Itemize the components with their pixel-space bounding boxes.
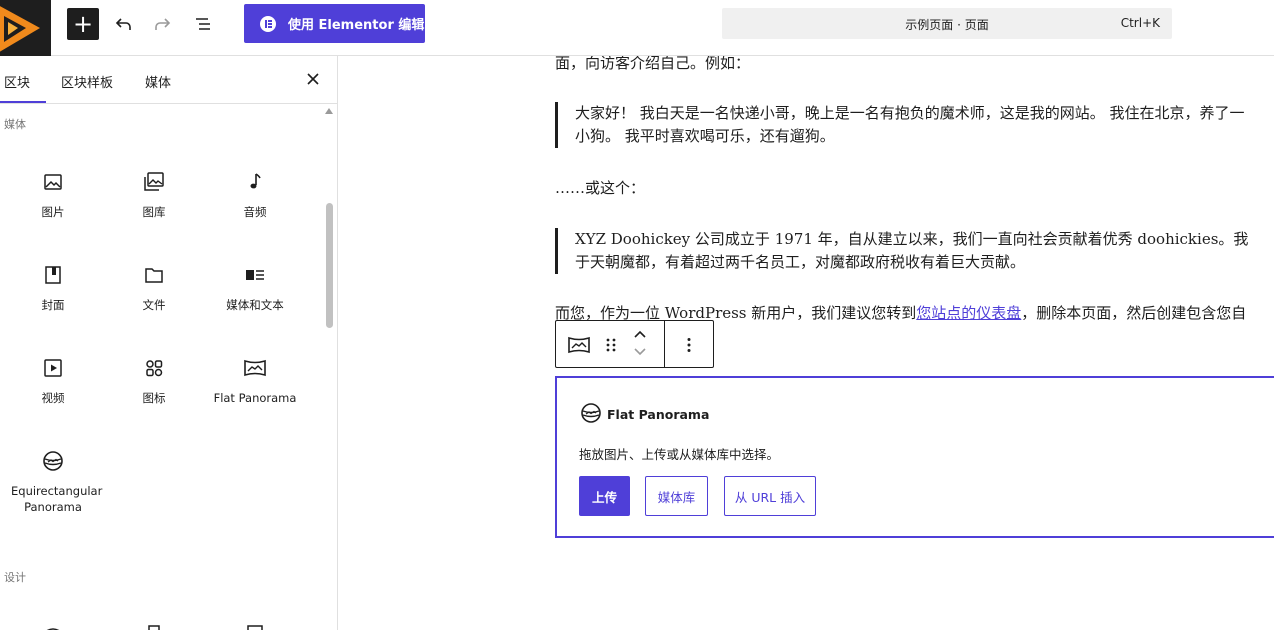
upload-button[interactable]: 上传	[579, 476, 630, 516]
quote-line: 于天朝魔都，有着超过两千名员工，对魔都政府税收有着巨大贡献。	[575, 253, 1026, 271]
block-gallery[interactable]: 图库	[104, 170, 204, 220]
move-up-icon[interactable]	[631, 327, 649, 341]
media-text-icon	[246, 270, 264, 280]
redo-icon[interactable]	[147, 8, 179, 40]
flat-panorama-icon[interactable]	[567, 333, 591, 357]
edit-with-elementor-button[interactable]: 使用 Elementor 编辑	[244, 4, 425, 43]
move-down-icon[interactable]	[631, 345, 649, 359]
tab-patterns[interactable]: 区块样板	[61, 72, 113, 91]
placeholder-title: Flat Panorama	[607, 407, 710, 422]
block-video[interactable]: 视频	[3, 356, 103, 406]
command-shortcut: Ctrl+K	[1120, 16, 1160, 30]
elementor-button-label: 使用 Elementor 编辑	[288, 18, 425, 33]
site-logo-icon[interactable]	[0, 0, 51, 56]
section-label-media: 媒体	[4, 118, 26, 131]
command-palette-bar[interactable]: 示例页面 · 页面 Ctrl+K	[722, 8, 1172, 39]
editor-canvas: 面，向访客介绍自己。例如： 大家好！ 我白天是一名快递小哥，晚上是一名有抱负的魔…	[339, 56, 1274, 630]
or-this-paragraph[interactable]: ……或这个：	[555, 177, 645, 200]
editor-top-bar: + 使用 Elementor 编辑 示例页面 · 页面 Ctrl+K	[0, 0, 1274, 56]
scroll-up-arrow-icon[interactable]	[325, 108, 333, 114]
dashboard-link[interactable]: 您站点的仪表盘	[916, 304, 1021, 322]
block-label: 封面	[41, 298, 65, 312]
design-block-icon	[247, 625, 263, 630]
quote-line: 大家好！ 我白天是一名快递小哥，晚上是一名有抱负的魔术师，这是我的网站。 我住在…	[575, 104, 1245, 122]
toolbar-separator	[664, 321, 665, 367]
block-audio[interactable]: 音频	[205, 170, 305, 220]
block-cover[interactable]: 封面	[3, 263, 103, 313]
block-label: 图片	[41, 205, 65, 219]
equirectangular-panorama-icon	[43, 451, 63, 471]
block-icons[interactable]: 图标	[104, 356, 204, 406]
undo-icon[interactable]	[107, 8, 139, 40]
tab-media[interactable]: 媒体	[145, 72, 171, 91]
block-equirectangular-panorama[interactable]: Equirectangular Panorama	[3, 449, 103, 515]
design-block-icon	[46, 628, 60, 630]
block-label: 音频	[243, 205, 267, 219]
block-toolbar	[555, 320, 714, 368]
flat-panorama-placeholder[interactable]: Flat Panorama 拖放图片、上传或从媒体库中选择。 上传 媒体库 从 …	[555, 376, 1274, 538]
flat-panorama-icon	[244, 359, 266, 377]
block-flat-panorama[interactable]: Flat Panorama	[205, 356, 305, 406]
quote-line: 小狗。 我平时喜欢喝可乐，还有遛狗。	[575, 127, 835, 145]
block-label: Equirectangular Panorama	[11, 484, 103, 514]
block-label: 图标	[142, 391, 166, 405]
flat-panorama-icon	[581, 403, 601, 423]
drag-handle-icon[interactable]	[601, 335, 621, 355]
block-label: 媒体和文本	[226, 298, 284, 312]
elementor-icon	[260, 15, 276, 32]
more-options-icon[interactable]	[679, 335, 699, 355]
document-overview-icon[interactable]	[187, 8, 219, 40]
quote-line: XYZ Doohickey 公司成立于 1971 年，自从建立以来，我们一直向社…	[575, 230, 1249, 248]
icons-icon	[146, 360, 163, 377]
tab-blocks[interactable]: 区块	[4, 72, 30, 91]
block-file[interactable]: 文件	[104, 263, 204, 313]
media-library-button[interactable]: 媒体库	[645, 476, 708, 516]
active-tab-indicator	[0, 101, 46, 103]
closing-text-after: ，删除本页面，然后创建包含您自	[1021, 304, 1247, 322]
gallery-icon	[144, 172, 164, 191]
block-image[interactable]: 图片	[3, 170, 103, 220]
video-icon	[44, 359, 62, 377]
block-media-text[interactable]: 媒体和文本	[205, 263, 305, 313]
quote-block-2[interactable]: XYZ Doohickey 公司成立于 1971 年，自从建立以来，我们一直向社…	[555, 228, 1248, 274]
image-icon	[44, 174, 62, 190]
design-block-icon	[148, 625, 160, 630]
block-label: 文件	[142, 298, 166, 312]
inserter-tabs: 区块 区块样板 媒体	[0, 56, 337, 104]
add-block-button[interactable]: +	[67, 8, 99, 40]
close-icon[interactable]	[304, 70, 322, 88]
block-label: Flat Panorama	[213, 391, 297, 405]
section-label-design: 设计	[4, 571, 26, 584]
audio-icon	[250, 173, 261, 189]
placeholder-instructions: 拖放图片、上传或从媒体库中选择。	[579, 447, 780, 462]
intro-paragraph[interactable]: 面，向访客介绍自己。例如：	[555, 56, 750, 75]
file-icon	[145, 268, 163, 283]
insert-from-url-button[interactable]: 从 URL 插入	[724, 476, 816, 516]
quote-block-1[interactable]: 大家好！ 我白天是一名快递小哥，晚上是一名有抱负的魔术师，这是我的网站。 我住在…	[555, 102, 1245, 148]
block-label: 视频	[41, 391, 65, 405]
cover-icon	[45, 266, 61, 284]
block-inserter-panel: 区块 区块样板 媒体 媒体 图片 图库 音频 封面 文件 媒体和文本 视频 图标	[0, 56, 338, 630]
sidebar-scrollbar[interactable]	[326, 203, 333, 328]
block-label: 图库	[142, 205, 166, 219]
document-title: 示例页面 · 页面	[905, 18, 989, 32]
